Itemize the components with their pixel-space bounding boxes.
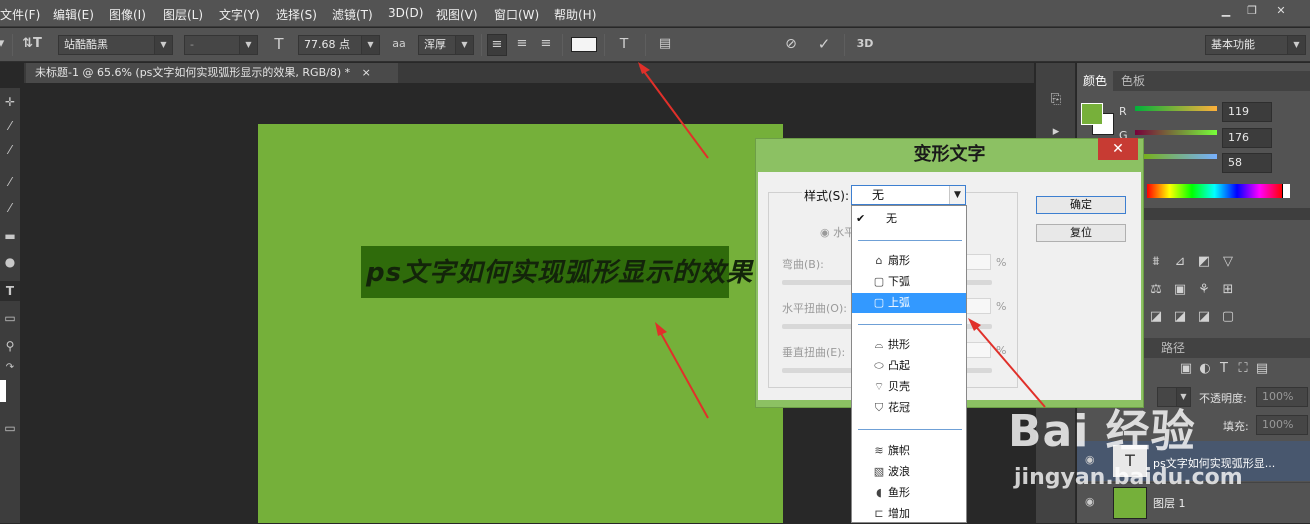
- annotation-arrows: [638, 62, 1046, 419]
- arrow-to-canvas-text: [655, 322, 709, 419]
- arrow-to-warp-button: [638, 62, 709, 159]
- arrow-to-arc-upper-option: [968, 318, 1046, 408]
